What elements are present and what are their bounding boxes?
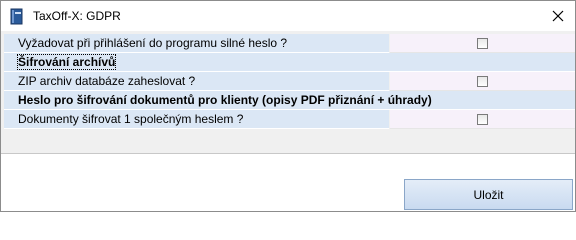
- option-value-cell[interactable]: [390, 110, 575, 129]
- section-header: Šifrování archívů: [4, 53, 575, 72]
- option-row-strong-password[interactable]: Vyžadovat při přihlášení do programu sil…: [1, 34, 575, 53]
- button-bar: Uložit: [1, 154, 575, 211]
- title-bar[interactable]: TaxOff-X: GDPR: [1, 1, 575, 31]
- settings-grid: Vyžadovat při přihlášení do programu sil…: [1, 34, 575, 129]
- option-label: ZIP archiv databáze zaheslovat ?: [18, 74, 196, 88]
- section-title: Heslo pro šifrování dokumentů pro klient…: [18, 93, 432, 107]
- close-button[interactable]: [541, 1, 575, 31]
- option-label-cell: ZIP archiv databáze zaheslovat ?: [4, 72, 389, 91]
- section-title: Šifrování archívů: [16, 54, 117, 70]
- settings-panel: Vyžadovat při přihlášení do programu sil…: [1, 31, 575, 153]
- option-row-zip-password[interactable]: ZIP archiv databáze zaheslovat ?: [1, 72, 575, 91]
- option-row-shared-password[interactable]: Dokumenty šifrovat 1 společným heslem ?: [1, 110, 575, 129]
- close-icon: [552, 10, 564, 22]
- book-icon: [10, 8, 23, 25]
- shared-password-checkbox[interactable]: [477, 114, 488, 125]
- zip-password-checkbox[interactable]: [477, 76, 488, 87]
- section-row-archive-encryption: Šifrování archívů: [1, 53, 575, 72]
- option-label-cell: Dokumenty šifrovat 1 společným heslem ?: [4, 110, 389, 129]
- section-row-document-password: Heslo pro šifrování dokumentů pro klient…: [1, 91, 575, 110]
- option-value-cell[interactable]: [390, 72, 575, 91]
- window-title: TaxOff-X: GDPR: [33, 9, 121, 23]
- section-header: Heslo pro šifrování dokumentů pro klient…: [4, 91, 575, 110]
- option-label-cell: Vyžadovat při přihlášení do programu sil…: [4, 34, 389, 53]
- strong-password-checkbox[interactable]: [477, 38, 488, 49]
- save-button[interactable]: Uložit: [404, 179, 573, 210]
- option-label: Vyžadovat při přihlášení do programu sil…: [18, 36, 288, 50]
- option-label: Dokumenty šifrovat 1 společným heslem ?: [18, 112, 244, 126]
- dialog-window: TaxOff-X: GDPR Vyžadovat při přihlášení …: [0, 0, 576, 212]
- option-value-cell[interactable]: [390, 34, 575, 53]
